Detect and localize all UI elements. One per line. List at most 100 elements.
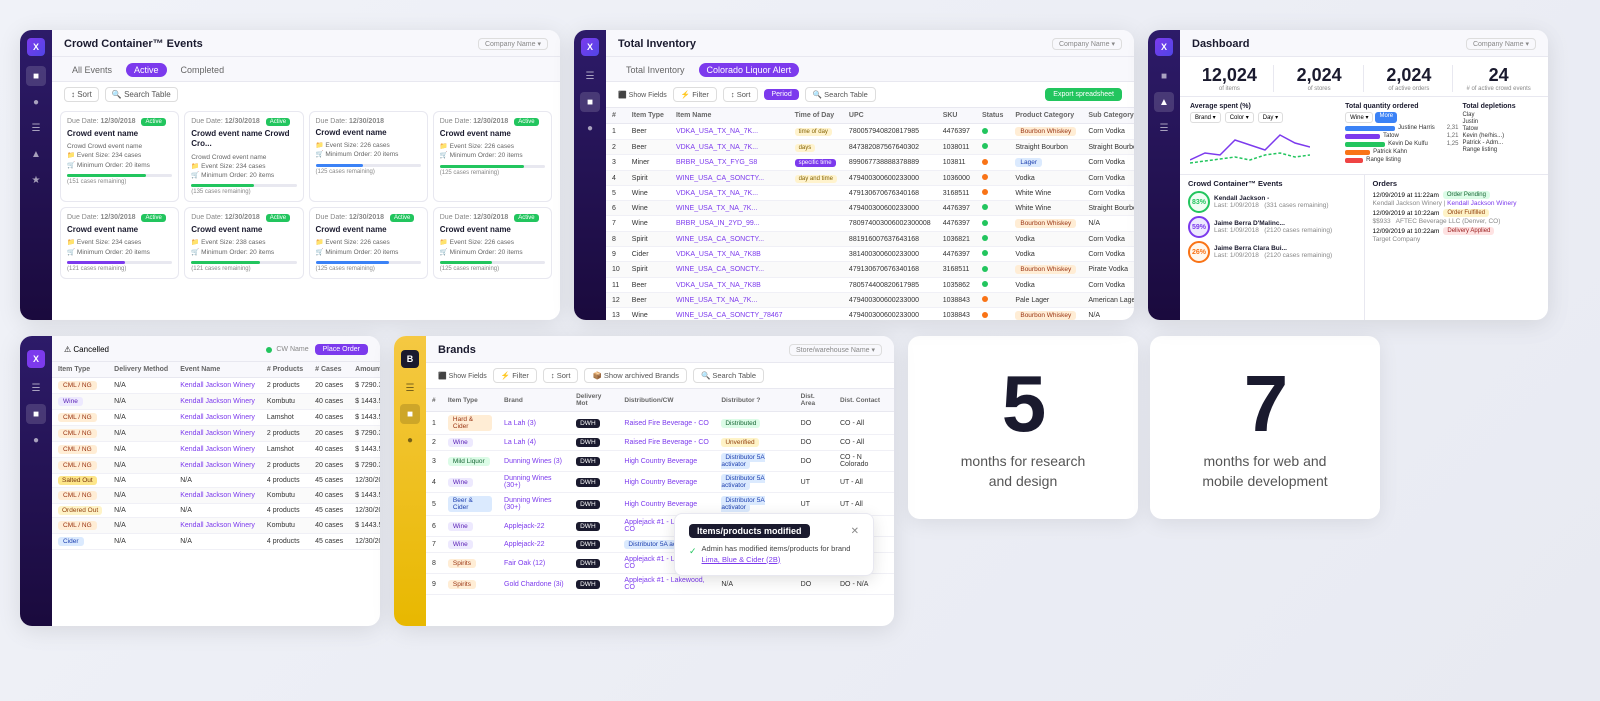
col-status: Status (976, 108, 1009, 124)
col-item-type-ord: Item Type (52, 362, 108, 378)
brand-archived-btn[interactable]: 📦 Show archived Brands (584, 368, 686, 383)
table-row: 9 Spirits Gold Chardone (3i) DWH Appleja… (426, 574, 894, 595)
table-row: CML / NGN/AKendall Jackson WineryKombutu… (52, 488, 380, 504)
filter-more[interactable]: More (1375, 112, 1397, 123)
inv-sidebar-2[interactable]: ■ (580, 92, 600, 112)
brands-filter-bar: ⬛ Show Fields ⚡ Filter ↕ Sort 📦 Show arc… (426, 363, 894, 389)
show-fields-label: ⬛ Show Fields (618, 91, 667, 99)
sidebar-star-icon[interactable]: ★ (26, 170, 46, 190)
dashboard-inner: X ■ ▲ ☰ Dashboard Company Name ▾ 12,024 (1148, 30, 1548, 320)
search-table-btn-inv[interactable]: 🔍 Search Table (805, 87, 876, 102)
app-logo-events: X (27, 38, 45, 56)
inventory-card-inner: X ☰ ■ ● Total Inventory Company Name ▾ T… (574, 30, 1134, 320)
dash-event-row-2: 59% Jaime Berra D'Malinc... Last: 1/09/2… (1188, 216, 1356, 238)
col-product-cat: Product Category (1009, 108, 1082, 124)
company-selector[interactable]: Company Name ▾ (478, 38, 548, 50)
toast-body-text: Admin has modified items/products for br… (702, 544, 859, 565)
tab-active[interactable]: Active (126, 63, 167, 77)
brand-sidebar-3[interactable]: ● (400, 430, 420, 450)
filter-brand[interactable]: Brand ▾ (1190, 112, 1221, 123)
table-row: 8SpiritWINE_USA_CA_SONCTY...881916007637… (606, 232, 1134, 247)
table-row: CiderN/AN/A4 products45 cases12/30/2018 (52, 534, 380, 550)
sidebar-people-icon[interactable]: ● (26, 92, 46, 112)
inventory-sidebar: X ☰ ■ ● (574, 30, 606, 320)
dash-company-selector[interactable]: Company Name ▾ (1466, 38, 1536, 50)
orders-table: Item Type Delivery Method Event Name # P… (52, 362, 380, 550)
dash-event-row-3: 26% Jaime Berra Clara Bui... Last: 1/09/… (1188, 241, 1356, 263)
sidebar-list-icon[interactable]: ☰ (26, 118, 46, 138)
stat-number-seven: 7 (1244, 364, 1287, 444)
sidebar-chart-icon[interactable]: ▲ (26, 144, 46, 164)
period-badge[interactable]: Period (764, 89, 798, 100)
stat-items: 12,024 (1190, 65, 1269, 86)
brands-header: Brands Store/warehouse Name ▾ (426, 336, 894, 363)
brand-sidebar-1[interactable]: ☰ (400, 378, 420, 398)
inventory-table: # Item Type Item Name Time of Day UPC SK… (606, 108, 1134, 320)
toast-close-btn[interactable]: ✕ (851, 526, 859, 537)
tab-all-events[interactable]: All Events (64, 63, 120, 77)
brand-sort-btn[interactable]: ↕ Sort (543, 368, 579, 383)
inventory-filter-bar: ⬛ Show Fields ⚡ Filter ↕ Sort Period 🔍 S… (606, 82, 1134, 108)
brands-app-logo: B (401, 350, 419, 368)
inv-tab-total[interactable]: Total Inventory (618, 63, 693, 77)
inv-company-selector[interactable]: Company Name ▾ (1052, 38, 1122, 50)
sort-btn-inv[interactable]: ↕ Sort (723, 87, 759, 102)
place-order-btn[interactable]: Place Order (315, 344, 368, 355)
event-card-7: Due Date: 12/30/2018 Active Crowd event … (309, 207, 428, 279)
col-item-type: Item Type (626, 108, 670, 124)
stat-events: 24 (1459, 65, 1538, 86)
col-sku: SKU (937, 108, 976, 124)
filter-day[interactable]: Day ▾ (1258, 112, 1283, 123)
brand-filter-btn[interactable]: ⚡ Filter (493, 368, 537, 383)
sidebar-home-icon[interactable]: ■ (26, 66, 46, 86)
event-card-5: Due Date: 12/30/2018 Active Crowd event … (60, 207, 179, 279)
dash-sidebar-3[interactable]: ☰ (1154, 118, 1174, 138)
tab-completed[interactable]: Completed (173, 63, 233, 77)
sort-btn[interactable]: ↕ Sort (64, 87, 99, 102)
brands-card-inner: B ☰ ■ ● Brands Store/warehouse Name ▾ ⬛ … (394, 336, 894, 626)
export-btn[interactable]: Export spreadsheet (1045, 88, 1122, 101)
table-row: 3MinerBRBR_USA_TX_FYG_S8specific time899… (606, 155, 1134, 171)
toast-link[interactable]: Lima, Blue & Cider (2B) (702, 555, 781, 564)
dash-sidebar-1[interactable]: ■ (1154, 66, 1174, 86)
table-row: 12BeerWINE_USA_TX_NA_7K...47940030060023… (606, 293, 1134, 308)
stat-label-seven: months for web andmobile development (1202, 452, 1327, 491)
ord-sidebar-1[interactable]: ☰ (26, 378, 46, 398)
inventory-header: Total Inventory Company Name ▾ (606, 30, 1134, 57)
ord-sidebar-2[interactable]: ■ (26, 404, 46, 424)
filter-wine[interactable]: Wine ▾ (1345, 112, 1373, 123)
inventory-tab-bar: Total Inventory Colorado Liquor Alert (606, 57, 1134, 82)
table-row: 2BeerVDKA_USA_TX_NA_7K...days84738208756… (606, 140, 1134, 155)
table-row: 6WineWINE_USA_TX_NA_7K...479400300600233… (606, 201, 1134, 216)
col-products: # Products (261, 362, 309, 378)
cw-name-label: CW Name (276, 346, 308, 353)
brand-sidebar-2[interactable]: ■ (400, 404, 420, 424)
brand-search-btn[interactable]: 🔍 Search Table (693, 368, 764, 383)
dash-event-row-1: 83% Kendall Jackson - Last: 1/09/2018 (3… (1188, 191, 1356, 213)
ord-sidebar-3[interactable]: ● (26, 430, 46, 450)
dashboard-header: Dashboard Company Name ▾ (1180, 30, 1548, 57)
brands-title: Brands (438, 344, 476, 356)
main-container: X ■ ● ☰ ▲ ★ Crowd Container™ Events Comp… (0, 0, 1600, 701)
events-sidebar: X ■ ● ☰ ▲ ★ (20, 30, 52, 320)
stat-number-five: 5 (1002, 364, 1045, 444)
inv-sidebar-1[interactable]: ☰ (580, 66, 600, 86)
stat-label-five: months for researchand design (961, 452, 1086, 491)
search-table-btn[interactable]: 🔍 Search Table (105, 87, 178, 102)
table-row: 2 Wine La Lah (4) DWH Raised Fire Bevera… (426, 435, 894, 451)
event-card-4: Due Date: 12/30/2018 Active Crowd event … (433, 111, 552, 202)
stat-card-seven: 7 months for web andmobile development (1150, 336, 1380, 519)
inv-tab-colorado[interactable]: Colorado Liquor Alert (699, 63, 800, 77)
stat-orders-label: of active orders (1370, 86, 1449, 92)
filter-color[interactable]: Color ▾ (1225, 112, 1254, 123)
dash-sidebar-2[interactable]: ▲ (1154, 92, 1174, 112)
inventory-title: Total Inventory (618, 38, 696, 50)
filter-btn[interactable]: ⚡ Filter (673, 87, 717, 102)
event-card-2: Due Date: 12/30/2018 Active Crowd event … (184, 111, 303, 202)
brand-company-selector[interactable]: Store/warehouse Name ▾ (789, 344, 882, 356)
inv-sidebar-3[interactable]: ● (580, 118, 600, 138)
toast-check-icon: ✓ (689, 545, 697, 558)
event-card-1: Due Date: 12/30/2018 Active Crowd event … (60, 111, 179, 202)
total-qty-label: Total quantity ordered (1345, 103, 1458, 110)
orders-app-logo: X (27, 350, 45, 368)
